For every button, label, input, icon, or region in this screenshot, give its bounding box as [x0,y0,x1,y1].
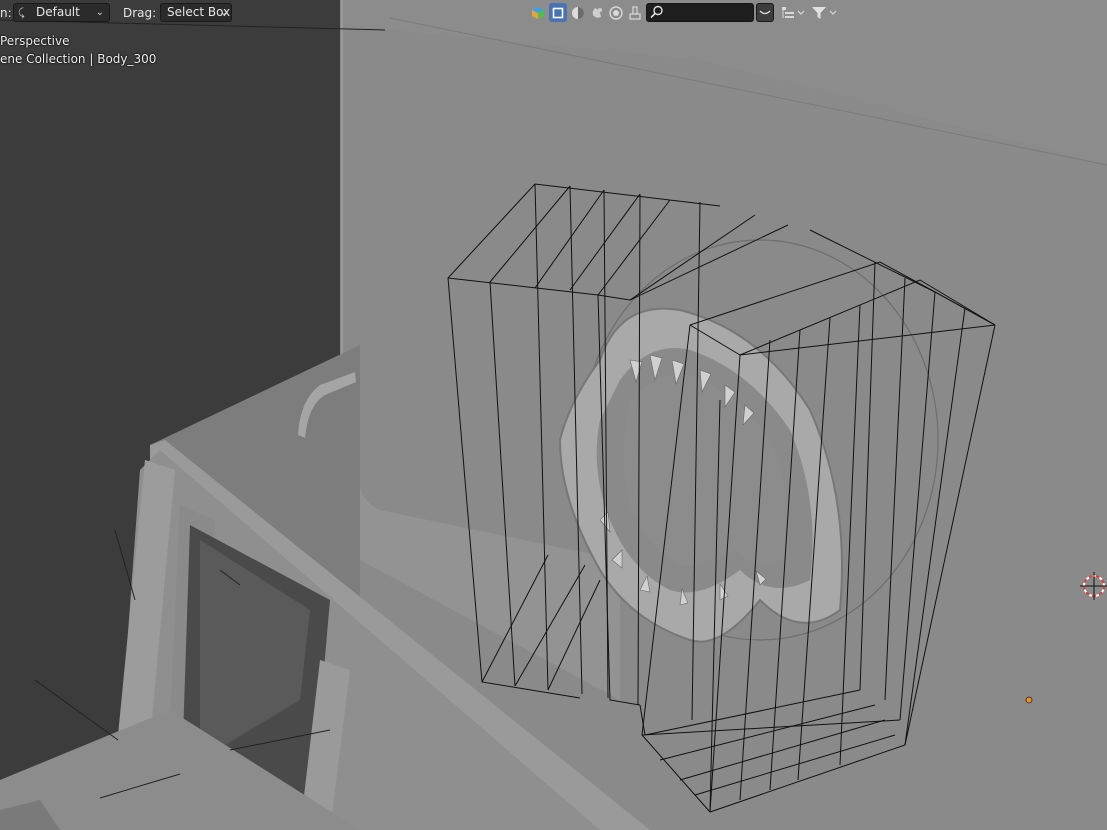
orientation-value: Default [36,5,80,19]
chevron-down-icon: ⌄ [95,7,104,18]
filter-icon[interactable] [809,3,839,22]
viewport-scene[interactable] [0,0,1107,830]
3d-viewport[interactable] [0,0,1107,830]
transform-orientation-icon: ⤹ [18,6,25,19]
toggle-down-icon[interactable] [756,3,774,22]
brush-icon[interactable] [626,3,644,22]
object-origin-dot[interactable] [1025,696,1033,704]
search-field[interactable] [646,3,754,22]
viewport-shading-icon[interactable] [569,3,587,22]
outliner-display-icon[interactable] [778,3,808,22]
overlay-colors-icon[interactable] [529,3,547,22]
search-icon [650,5,664,22]
rendered-icon[interactable] [607,3,625,22]
view-name-text: Perspective [0,34,70,48]
collection-path-text: ene Collection | Body_300 [0,52,157,66]
orientation-label: n: [0,6,12,20]
search-input[interactable] [667,4,751,21]
select-box-icon[interactable] [549,3,567,22]
drag-dropdown[interactable]: Select Box ⌄ [160,3,232,22]
material-preview-icon[interactable] [588,3,606,22]
drag-label: Drag: [123,6,157,20]
chevron-down-icon: ⌄ [219,7,228,18]
orientation-dropdown[interactable]: ⤹ Default ⌄ [13,3,110,22]
